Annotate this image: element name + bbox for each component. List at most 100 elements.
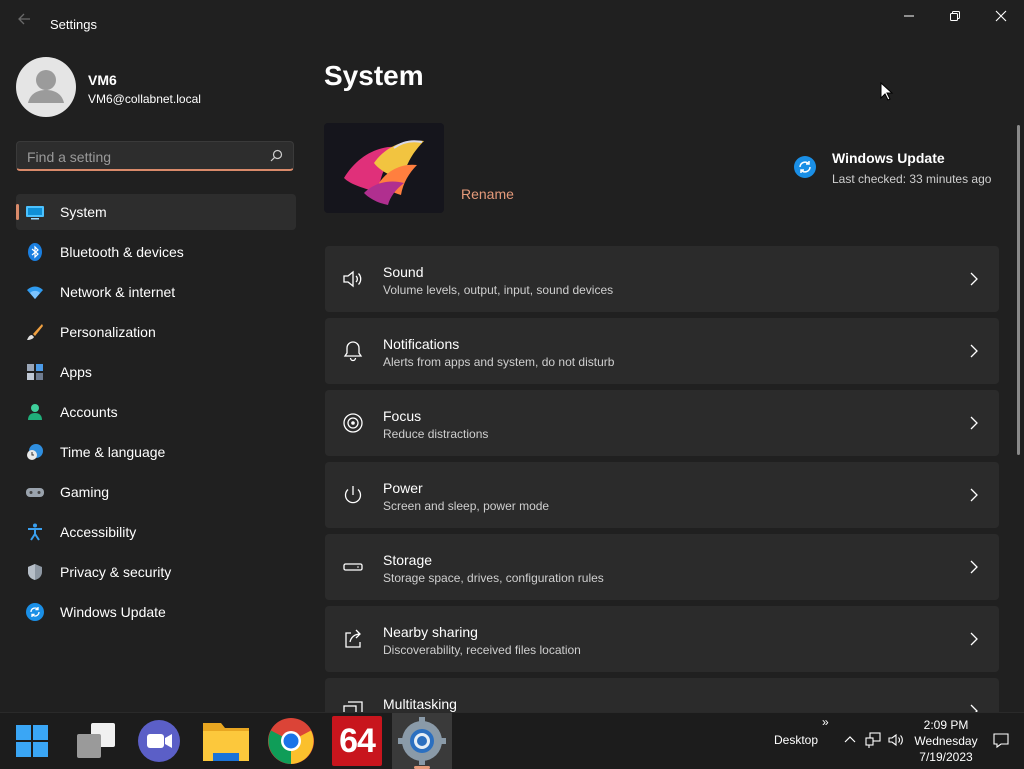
task-view-button[interactable] (66, 713, 126, 769)
app-title: Settings (50, 17, 97, 32)
sidebar-item-label: Apps (60, 364, 92, 380)
sidebar-item-network[interactable]: Network & internet (16, 274, 296, 310)
card-focus[interactable]: Focus Reduce distractions (325, 390, 999, 456)
power-icon (344, 486, 362, 504)
storage-icon (343, 563, 363, 571)
aida64-label: 64 (339, 721, 376, 760)
profile-email: VM6@collabnet.local (88, 92, 201, 106)
clock[interactable]: 2:09 PM Wednesday 7/19/2023 (912, 717, 980, 765)
card-subtitle: Discoverability, received files location (383, 643, 581, 657)
sidebar-item-label: Gaming (60, 484, 110, 500)
sidebar-item-privacy-security[interactable]: Privacy & security (16, 554, 296, 590)
card-nearby-sharing[interactable]: Nearby sharing Discoverability, received… (325, 606, 999, 672)
chrome-icon (268, 718, 314, 764)
aida64-button[interactable]: 64 (327, 713, 387, 769)
card-title: Power (383, 480, 423, 496)
mouse-cursor-icon (880, 82, 894, 101)
desktop-toolbar-label[interactable]: Desktop (774, 733, 818, 747)
file-explorer-button[interactable] (196, 713, 256, 769)
sidebar-item-label: Accessibility (60, 524, 137, 540)
card-storage[interactable]: Storage Storage space, drives, configura… (325, 534, 999, 600)
sidebar-item-time-language[interactable]: Time & language (16, 434, 296, 470)
brush-icon (27, 324, 43, 340)
chrome-button[interactable] (261, 713, 321, 769)
accessibility-icon (28, 523, 42, 541)
sidebar-item-label: Network & internet (60, 284, 176, 300)
update-icon (794, 156, 816, 178)
chevron-right-icon (970, 704, 978, 712)
sidebar-item-gaming[interactable]: Gaming (16, 474, 296, 510)
settings-icon (398, 717, 446, 765)
globe-clock-icon (27, 444, 43, 460)
card-power[interactable]: Power Screen and sleep, power mode (325, 462, 999, 528)
sidebar-item-windows-update[interactable]: Windows Update (16, 594, 296, 630)
windows-update-title: Windows Update (832, 150, 945, 166)
start-button[interactable] (2, 713, 62, 769)
sidebar-item-personalization[interactable]: Personalization (16, 314, 296, 350)
chevron-right-icon (970, 488, 978, 502)
user-silhouette-icon (28, 70, 64, 103)
card-subtitle: Reduce distractions (383, 427, 489, 441)
restore-button[interactable] (932, 0, 978, 32)
card-subtitle: Storage space, drives, configuration rul… (383, 571, 604, 585)
scrollbar-thumb[interactable] (1017, 125, 1020, 455)
search-input[interactable] (25, 146, 264, 168)
back-arrow-icon[interactable] (14, 12, 34, 32)
close-button[interactable] (978, 0, 1024, 32)
card-sound[interactable]: Sound Volume levels, output, input, soun… (325, 246, 999, 312)
person-icon (28, 404, 42, 420)
clock-time: 2:09 PM (923, 718, 969, 732)
sidebar-item-label: Personalization (60, 324, 156, 340)
multitasking-icon (343, 701, 363, 712)
clock-day: Wednesday (914, 734, 978, 748)
sidebar-item-bluetooth[interactable]: Bluetooth & devices (16, 234, 296, 270)
sidebar-item-label: Bluetooth & devices (60, 244, 184, 260)
card-subtitle: Volume levels, output, input, sound devi… (383, 283, 614, 297)
taskbar: 64 » Desktop 2:09 PM Wednesday 7/19/2023 (0, 712, 1024, 769)
card-title: Storage (383, 552, 433, 568)
card-title: Multitasking (383, 696, 457, 712)
notification-icon[interactable] (992, 731, 1010, 749)
card-multitasking[interactable]: Multitasking (325, 678, 999, 712)
volume-icon[interactable] (887, 731, 905, 749)
task-view-icon (77, 723, 115, 758)
rename-link[interactable]: Rename (461, 186, 514, 202)
search-icon[interactable] (270, 149, 283, 162)
bluetooth-icon (28, 243, 42, 261)
card-subtitle: Screen and sleep, power mode (383, 499, 550, 513)
minimize-icon (904, 15, 914, 17)
search-box[interactable] (16, 141, 294, 171)
bell-icon (343, 341, 363, 362)
teams-chat-icon (138, 720, 180, 762)
settings-taskbar-button[interactable] (392, 713, 452, 769)
wallpaper-image (324, 123, 444, 213)
chevron-right-icon (970, 344, 978, 358)
sidebar-item-apps[interactable]: Apps (16, 354, 296, 390)
page-title: System (324, 60, 424, 91)
shield-icon (28, 564, 42, 580)
chevron-up-icon[interactable] (841, 731, 859, 749)
chevron-right-icon (970, 632, 978, 646)
card-title: Sound (383, 264, 424, 280)
share-icon (345, 629, 361, 648)
teams-chat-button[interactable] (129, 713, 189, 769)
card-notifications[interactable]: Notifications Alerts from apps and syste… (325, 318, 999, 384)
settings-list: Sound Volume levels, output, input, soun… (325, 246, 999, 712)
toolbar-overflow-icon[interactable]: » (822, 715, 829, 729)
desktop-wallpaper-thumbnail (324, 123, 444, 213)
start-icon (16, 725, 48, 757)
network-icon[interactable] (864, 731, 882, 749)
update-icon (26, 603, 44, 621)
sidebar-item-system[interactable]: System (16, 194, 296, 230)
sidebar-item-label: Time & language (60, 444, 166, 460)
sidebar-item-accounts[interactable]: Accounts (16, 394, 296, 430)
card-title: Notifications (383, 336, 460, 352)
avatar[interactable] (16, 57, 76, 117)
gamepad-icon (26, 488, 44, 497)
sidebar-item-label: System (60, 204, 107, 220)
minimize-button[interactable] (886, 0, 932, 32)
close-icon (995, 10, 1007, 22)
system-icon (26, 206, 44, 220)
sidebar-item-accessibility[interactable]: Accessibility (16, 514, 296, 550)
chevron-right-icon (970, 416, 978, 430)
